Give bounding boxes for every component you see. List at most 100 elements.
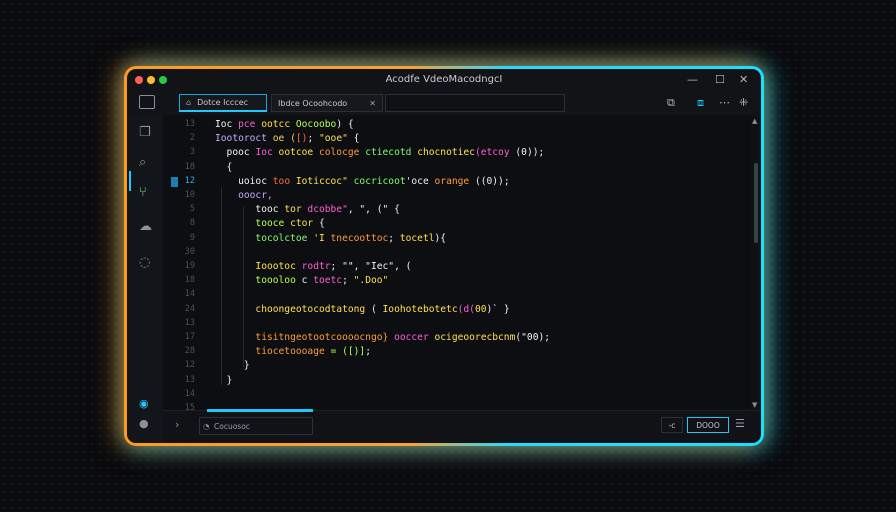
code-token: rodtr: [301, 261, 331, 272]
title-bar: Acodfe VdeoMacodngcI — ☐ ✕: [127, 69, 761, 93]
sidebar-toggle-icon[interactable]: [139, 95, 155, 109]
line-number: 9: [189, 232, 195, 243]
line-number: 5: [189, 204, 195, 215]
code-token: (d(: [457, 303, 475, 315]
line-number: 8: [189, 218, 195, 229]
code-line: {: [215, 161, 233, 173]
tab-active[interactable]: ⌂ Dotce Icccec: [179, 94, 267, 112]
code-line: tooc tor dcobbe", ", (" {: [215, 204, 399, 216]
code-token: 00: [474, 303, 487, 315]
window-frame: Acodfe VdeoMacodngcI — ☐ ✕ ⌂ Dotce Iccce…: [124, 66, 764, 446]
scroll-thumb[interactable]: [754, 163, 758, 243]
code-line: tiocetoooage = ([)];: [215, 346, 371, 357]
terminal-icon: ◔: [203, 421, 210, 431]
code-token: Iootoroct: [215, 133, 273, 145]
line-number-gutter: 132318121058930191814241317281213141518: [163, 115, 207, 427]
code-line: Iootoroct oe ([); "ooe" {: [215, 133, 359, 144]
extensions-icon[interactable]: ☁: [139, 219, 152, 234]
vertical-scrollbar[interactable]: ▲ ▼: [751, 115, 761, 411]
code-token: ; "", "Iec", (: [330, 261, 412, 272]
code-line: Ioc pce ootcc Oocoobo) {: [215, 119, 354, 130]
code-token: colocge: [318, 147, 366, 159]
code-line: }: [215, 374, 233, 386]
code-token: ) {: [336, 119, 354, 130]
code-token: [): [295, 133, 308, 145]
indent-guide: [243, 207, 244, 367]
code-line: tisitngeotootcoooocngo} ooccer ocigeoore…: [215, 332, 550, 343]
line-number: 14: [184, 388, 195, 399]
split-editor-icon[interactable]: ⧉: [667, 96, 675, 110]
window-title: Acodfe VdeoMacodngcI: [385, 74, 503, 85]
editor-window: Acodfe VdeoMacodngcI — ☐ ✕ ⌂ Dotce Iccce…: [127, 69, 761, 443]
minimize-button[interactable]: —: [687, 73, 698, 86]
more-actions-icon[interactable]: ⋯: [719, 96, 730, 109]
close-button[interactable]: ✕: [739, 73, 748, 86]
chat-icon[interactable]: ◌: [139, 255, 150, 270]
code-token: {: [215, 161, 233, 173]
code-line: choongeotocodtatong ( Ioohotebotetc(d(00…: [215, 303, 510, 315]
line-number: 18: [184, 161, 195, 172]
code-token: tisitngeotootcoooocngo}: [215, 332, 395, 343]
code-editor[interactable]: 132318121058930191814241317281213141518 …: [163, 115, 751, 427]
code-token: Ioticcoc": [295, 175, 354, 187]
code-token: }: [215, 374, 233, 386]
line-number: 17: [184, 332, 195, 342]
code-token: ;: [365, 346, 371, 358]
code-token: ((0));: [474, 175, 510, 187]
files-icon[interactable]: ❐: [139, 125, 151, 140]
code-line: Ioootoc rodtr; "", "Iec", (: [215, 261, 411, 272]
code-token: Oocoobo: [295, 119, 337, 130]
source-control-icon[interactable]: ⑂: [139, 185, 147, 200]
code-token: ctor: [290, 218, 319, 230]
tab-second[interactable]: Ibdce Ocoohcodo ✕: [271, 94, 383, 112]
command-search-input[interactable]: [385, 94, 565, 112]
settings-icon[interactable]: ●: [139, 417, 149, 430]
line-number: 3: [189, 147, 195, 158]
code-line: }: [215, 360, 250, 371]
line-number: 30: [184, 246, 195, 257]
code-token: pce: [238, 119, 262, 130]
code-token: tooc: [215, 204, 285, 216]
scroll-down-icon[interactable]: ▼: [752, 401, 757, 409]
code-token: toetc: [313, 275, 343, 287]
terminal-input[interactable]: ◔ Cocuosoc: [199, 417, 313, 435]
code-token: ".Doo": [353, 275, 389, 287]
layout-icon[interactable]: ⁜: [739, 96, 748, 109]
tab-label: Dotce Icccec: [197, 98, 249, 107]
tab-close-icon[interactable]: ✕: [369, 99, 376, 108]
code-token: Ioc: [215, 119, 239, 130]
chevron-right-icon[interactable]: ›: [175, 418, 179, 431]
code-token: {: [347, 133, 360, 145]
code-token: )` }: [486, 303, 510, 315]
status-primary-button[interactable]: DOOO: [687, 417, 729, 433]
code-token: dcobbe": [307, 204, 348, 216]
search-icon[interactable]: ⌕: [139, 155, 146, 170]
line-number: 19: [184, 261, 195, 271]
status-bar: › ◔ Cocuosoc -c DOOO ☰: [163, 409, 761, 443]
code-token: Ioootoc: [215, 261, 302, 272]
status-action-button[interactable]: -c: [661, 417, 683, 433]
code-token: 'oce: [405, 175, 435, 187]
line-number: 13: [184, 119, 195, 129]
code-token: toooloo: [215, 275, 302, 287]
code-token: ocigeoorecbcnm: [434, 332, 516, 343]
line-number: 2: [189, 133, 195, 144]
menu-icon[interactable]: ☰: [735, 417, 745, 430]
code-token: (0));: [515, 147, 545, 159]
code-token: ooccer: [394, 332, 435, 343]
copilot-icon[interactable]: ⧈: [697, 96, 704, 110]
account-icon[interactable]: ◉: [139, 397, 149, 410]
code-token: tnecoottoc: [330, 232, 389, 244]
code-token: ;: [342, 275, 354, 287]
code-token: ;: [388, 232, 400, 244]
code-token: chocnotiec: [417, 147, 475, 159]
code-token: ooocr,: [215, 190, 273, 201]
code-token: uoioc: [215, 175, 273, 187]
scroll-up-icon[interactable]: ▲: [752, 117, 757, 125]
code-token: choongeotocodtatong: [215, 303, 371, 315]
code-token: too: [272, 175, 296, 187]
code-token: (: [370, 303, 383, 315]
maximize-button[interactable]: ☐: [715, 73, 725, 86]
terminal-input-label: Cocuosoc: [214, 421, 250, 431]
code-token: tooce: [215, 218, 291, 230]
